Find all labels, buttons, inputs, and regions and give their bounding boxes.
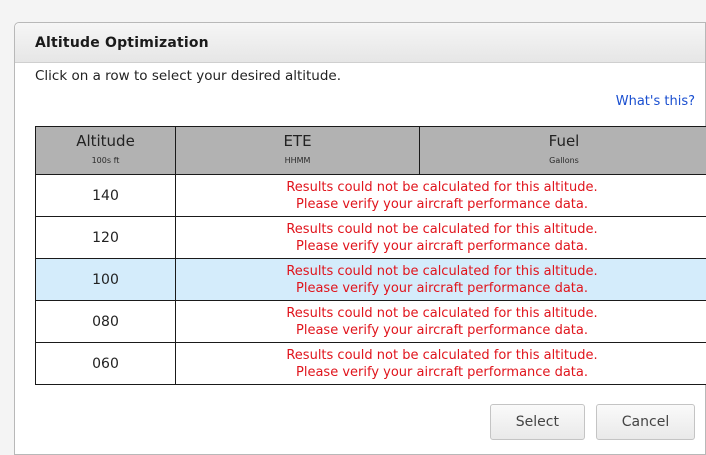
column-header-fuel: Fuel Gallons — [419, 126, 706, 175]
altitude-value: 060 — [35, 342, 176, 385]
column-header-unit: Gallons — [549, 156, 579, 165]
altitude-optimization-dialog: Altitude Optimization Click on a row to … — [14, 22, 706, 455]
column-header-label: Altitude — [76, 132, 135, 150]
error-message-line: Results could not be calculated for this… — [286, 263, 598, 279]
dialog-title: Altitude Optimization — [15, 23, 705, 63]
error-message-line: Results could not be calculated for this… — [286, 221, 598, 237]
error-message-line: Please verify your aircraft performance … — [296, 196, 588, 212]
column-header-unit: HHMM — [284, 156, 311, 165]
error-message: Results could not be calculated for this… — [175, 342, 706, 385]
cancel-button[interactable]: Cancel — [596, 404, 695, 440]
altitude-value: 140 — [35, 174, 176, 217]
altitude-value: 100 — [35, 258, 176, 301]
select-button[interactable]: Select — [489, 404, 585, 440]
altitude-value: 120 — [35, 216, 176, 259]
error-message: Results could not be calculated for this… — [175, 258, 706, 301]
column-header-label: ETE — [283, 132, 312, 150]
whats-this-link[interactable]: What's this? — [616, 94, 695, 109]
altitude-row[interactable]: 120 Results could not be calculated for … — [35, 216, 706, 259]
error-message: Results could not be calculated for this… — [175, 300, 706, 343]
error-message-line: Results could not be calculated for this… — [286, 179, 598, 195]
error-message-line: Please verify your aircraft performance … — [296, 364, 588, 380]
altitude-row[interactable]: 060 Results could not be calculated for … — [35, 342, 706, 385]
error-message-line: Results could not be calculated for this… — [286, 305, 598, 321]
column-header-altitude: Altitude 100s ft — [35, 126, 176, 175]
altitude-table: Altitude 100s ft ETE HHMM Fuel Gallons 1… — [35, 126, 706, 385]
error-message-line: Results could not be calculated for this… — [286, 347, 598, 363]
error-message-line: Please verify your aircraft performance … — [296, 280, 588, 296]
altitude-row[interactable]: 140 Results could not be calculated for … — [35, 174, 706, 217]
error-message: Results could not be calculated for this… — [175, 174, 706, 217]
column-header-label: Fuel — [548, 132, 580, 150]
instructions-text: Click on a row to select your desired al… — [35, 68, 342, 84]
altitude-row-selected[interactable]: 100 Results could not be calculated for … — [35, 258, 706, 301]
column-header-ete: ETE HHMM — [175, 126, 420, 175]
altitude-value: 080 — [35, 300, 176, 343]
error-message: Results could not be calculated for this… — [175, 216, 706, 259]
error-message-line: Please verify your aircraft performance … — [296, 238, 588, 254]
error-message-line: Please verify your aircraft performance … — [296, 322, 588, 338]
altitude-row[interactable]: 080 Results could not be calculated for … — [35, 300, 706, 343]
dialog-buttons: Select Cancel — [484, 404, 695, 440]
column-header-unit: 100s ft — [91, 156, 120, 165]
table-header-row: Altitude 100s ft ETE HHMM Fuel Gallons — [35, 126, 706, 175]
